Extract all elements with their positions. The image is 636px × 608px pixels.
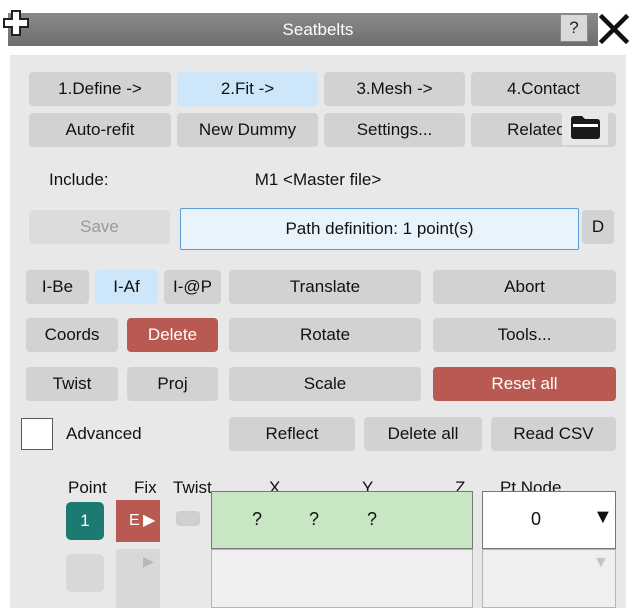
twist-toggle[interactable]: [176, 511, 200, 526]
close-icon[interactable]: [594, 12, 634, 46]
fix-button[interactable]: E ▶: [116, 500, 160, 542]
settings-button[interactable]: Settings...: [324, 113, 465, 147]
empty-point-button: [66, 554, 104, 592]
path-definition-status: Path definition: 1 point(s): [180, 208, 579, 250]
empty-fix-button: ▶: [116, 549, 160, 608]
tab-contact[interactable]: 4.Contact: [471, 72, 616, 106]
delete-all-button[interactable]: Delete all: [364, 417, 482, 451]
z-value: ?: [367, 509, 378, 529]
tools-button[interactable]: Tools...: [433, 318, 616, 352]
folder-icon[interactable]: [562, 107, 608, 145]
tab-mesh[interactable]: 3.Mesh ->: [324, 72, 465, 106]
move-icon[interactable]: [2, 9, 30, 37]
i-af-button[interactable]: I-Af: [95, 270, 158, 304]
scale-button[interactable]: Scale: [229, 367, 421, 401]
help-button[interactable]: ?: [560, 14, 588, 42]
x-value: ?: [252, 509, 263, 529]
auto-refit-button[interactable]: Auto-refit: [29, 113, 171, 147]
reset-all-button[interactable]: Reset all: [433, 367, 616, 401]
play-icon: ▶: [143, 512, 156, 529]
empty-coordinate-field: [211, 549, 473, 608]
title-bar[interactable]: Seatbelts ?: [0, 0, 636, 52]
proj-button[interactable]: Proj: [127, 367, 218, 401]
i-at-p-button[interactable]: I-@P: [164, 270, 221, 304]
fix-label: E: [129, 512, 140, 529]
new-dummy-button[interactable]: New Dummy: [177, 113, 318, 147]
advanced-checkbox[interactable]: [21, 418, 53, 450]
header-point: Point: [68, 478, 107, 497]
play-icon: ▶: [143, 553, 154, 569]
reflect-button[interactable]: Reflect: [229, 417, 355, 451]
window-title: Seatbelts: [282, 20, 354, 39]
twist-button[interactable]: Twist: [26, 367, 118, 401]
abort-button[interactable]: Abort: [433, 270, 616, 304]
header-twist: Twist: [173, 478, 212, 497]
point-number-button[interactable]: 1: [66, 502, 104, 540]
tab-fit[interactable]: 2.Fit ->: [177, 72, 318, 106]
dropdown-arrow-icon: ▼: [593, 554, 609, 571]
dropdown-arrow-icon: ▼: [593, 506, 613, 528]
delete-button[interactable]: Delete: [127, 318, 218, 352]
pt-node-select[interactable]: 0 ▼: [482, 491, 616, 549]
tab-define[interactable]: 1.Define ->: [29, 72, 171, 106]
translate-button[interactable]: Translate: [229, 270, 421, 304]
d-button[interactable]: D: [582, 210, 614, 244]
empty-pt-node-select: ▼: [482, 549, 616, 608]
coordinate-field[interactable]: ? ? ?: [211, 491, 473, 549]
advanced-label: Advanced: [66, 424, 142, 443]
i-be-button[interactable]: I-Be: [26, 270, 89, 304]
read-csv-button[interactable]: Read CSV: [491, 417, 616, 451]
y-value: ?: [309, 509, 320, 529]
include-file-value: M1 <Master file>: [254, 170, 382, 189]
pt-node-value: 0: [531, 509, 542, 529]
coords-button[interactable]: Coords: [26, 318, 118, 352]
save-button[interactable]: Save: [29, 210, 170, 244]
rotate-button[interactable]: Rotate: [229, 318, 421, 352]
